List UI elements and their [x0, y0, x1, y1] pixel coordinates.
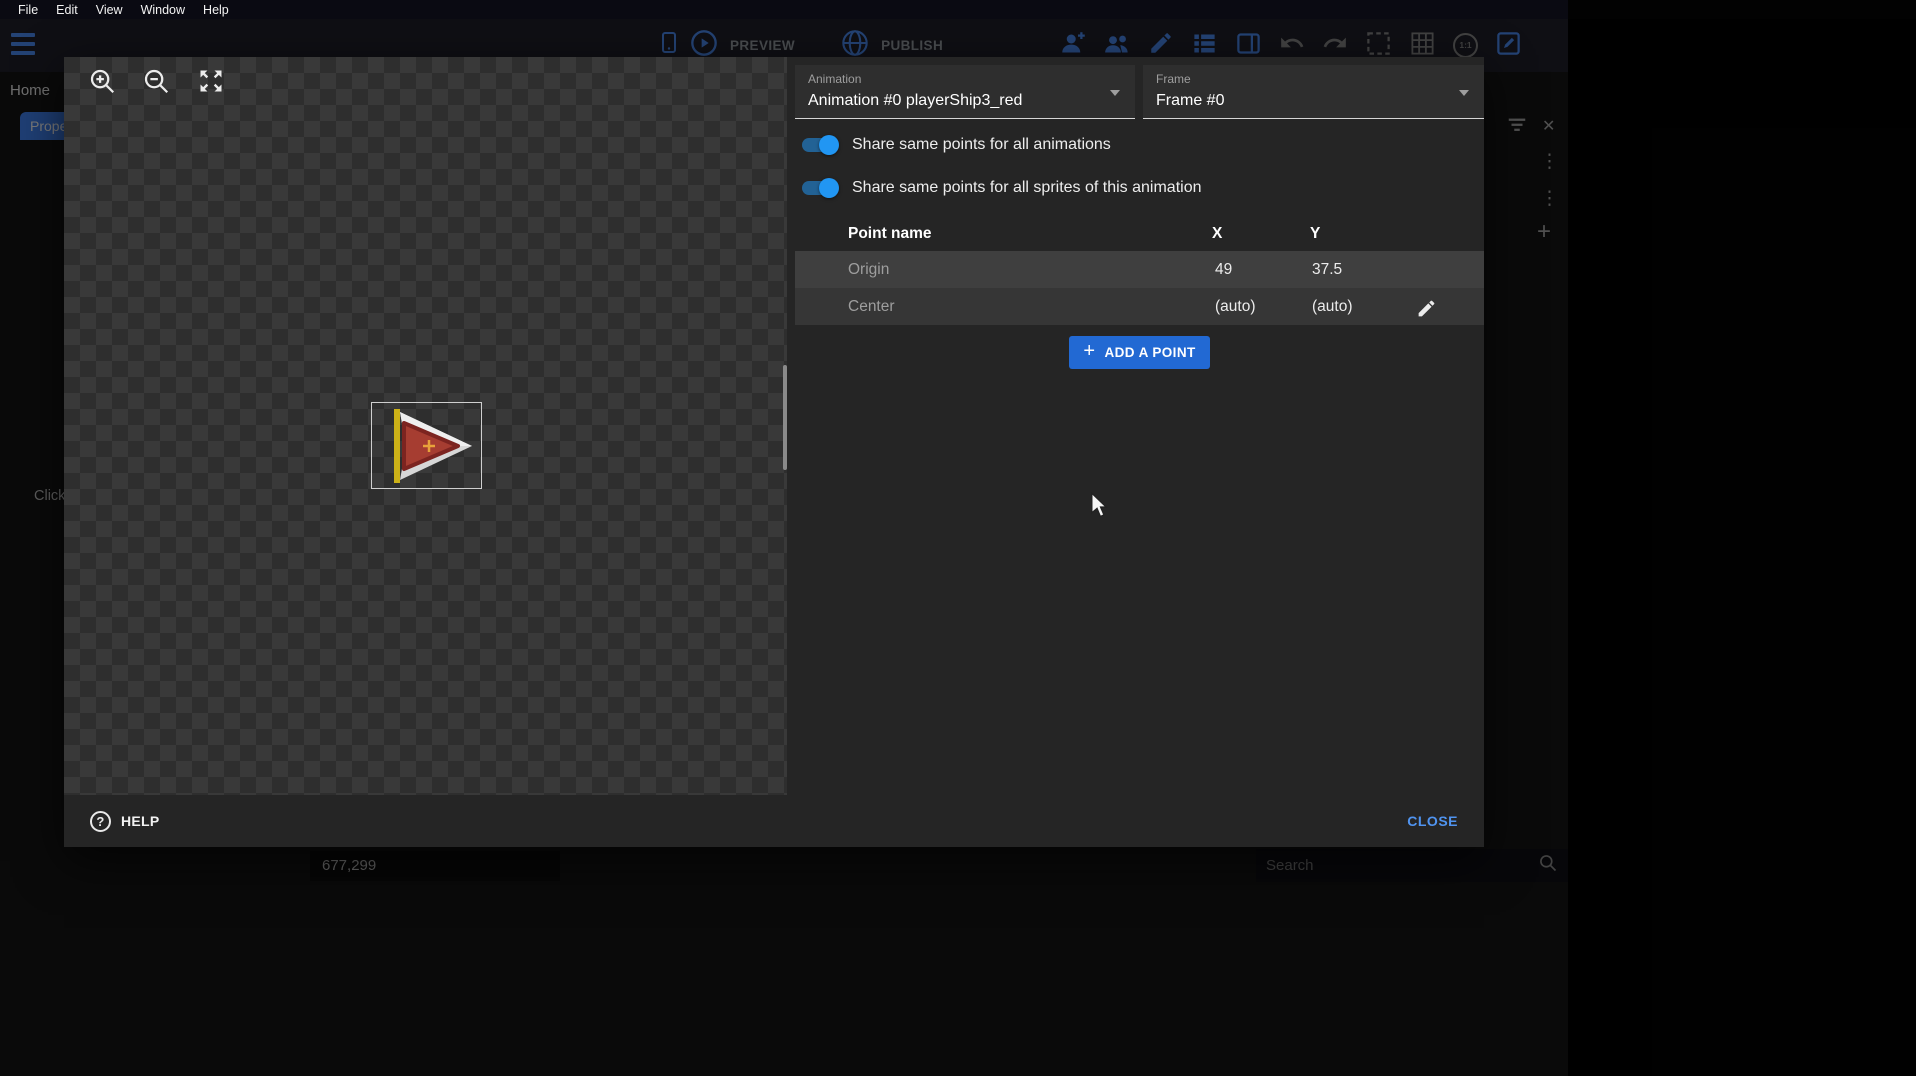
dialog-footer: ? HELP CLOSE — [64, 795, 1484, 847]
mouse-cursor — [1090, 492, 1108, 518]
add-a-point-button[interactable]: + ADD A POINT — [1069, 336, 1210, 369]
table-row-center[interactable]: Center (auto) (auto) — [795, 288, 1484, 325]
share-all-animations-toggle[interactable] — [802, 138, 836, 152]
point-y-value[interactable]: 37.5 — [1312, 251, 1342, 288]
zoom-out-icon[interactable] — [140, 65, 172, 97]
share-all-sprites-label: Share same points for all sprites of thi… — [852, 179, 1202, 197]
fit-to-screen-icon[interactable] — [195, 65, 227, 97]
sprite-preview-canvas[interactable] — [64, 57, 787, 795]
chevron-down-icon — [1110, 90, 1120, 96]
player-ship-sprite — [380, 409, 474, 483]
point-name: Center — [848, 288, 895, 325]
screen: File Edit View Window Help PREVIEW — [0, 0, 1916, 1076]
help-button[interactable]: ? HELP — [90, 811, 160, 832]
share-all-animations-label: Share same points for all animations — [852, 136, 1111, 154]
canvas-scrollbar[interactable] — [783, 365, 787, 470]
add-a-point-label: ADD A POINT — [1104, 345, 1195, 360]
point-name-header: Point name — [848, 225, 932, 243]
help-label: HELP — [121, 813, 160, 829]
point-x-value[interactable]: (auto) — [1215, 288, 1256, 325]
sprite-frame[interactable] — [371, 402, 482, 489]
menu-bar: File Edit View Window Help — [0, 0, 1568, 19]
animation-dropdown-label: Animation — [808, 72, 861, 86]
help-icon: ? — [90, 811, 111, 832]
share-all-sprites-row: Share same points for all sprites of thi… — [795, 175, 1202, 201]
frame-dropdown[interactable]: Frame Frame #0 — [1143, 65, 1484, 119]
point-y-value[interactable]: (auto) — [1312, 288, 1353, 325]
frame-dropdown-value: Frame #0 — [1156, 92, 1224, 110]
plus-icon: + — [1083, 340, 1095, 363]
table-row-origin[interactable]: Origin 49 37.5 — [795, 251, 1484, 288]
x-header: X — [1212, 225, 1222, 243]
points-editor-dialog: Animation Animation #0 playerShip3_red F… — [64, 57, 1484, 847]
menu-help[interactable]: Help — [194, 3, 238, 17]
menu-edit[interactable]: Edit — [47, 3, 87, 17]
points-panel: Animation Animation #0 playerShip3_red F… — [795, 57, 1484, 795]
menu-view[interactable]: View — [87, 3, 132, 17]
chevron-down-icon — [1459, 90, 1469, 96]
share-all-animations-row: Share same points for all animations — [795, 132, 1111, 158]
animation-dropdown-value: Animation #0 playerShip3_red — [808, 92, 1022, 110]
point-name: Origin — [848, 251, 889, 288]
edit-point-icon[interactable] — [1416, 296, 1437, 333]
animation-dropdown[interactable]: Animation Animation #0 playerShip3_red — [795, 65, 1135, 119]
close-button[interactable]: CLOSE — [1407, 813, 1458, 829]
zoom-in-icon[interactable] — [86, 65, 118, 97]
point-x-value[interactable]: 49 — [1215, 251, 1232, 288]
menu-file[interactable]: File — [9, 3, 47, 17]
y-header: Y — [1310, 225, 1320, 243]
share-all-sprites-toggle[interactable] — [802, 181, 836, 195]
frame-dropdown-label: Frame — [1156, 72, 1191, 86]
menu-window[interactable]: Window — [132, 3, 194, 17]
